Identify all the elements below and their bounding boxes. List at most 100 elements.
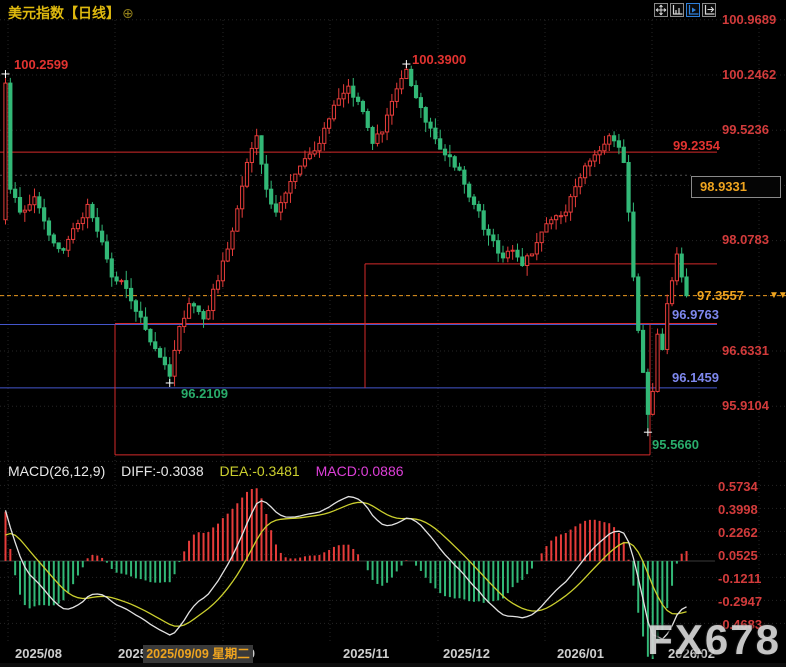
axis-scale-icon[interactable] [670, 3, 684, 17]
candle-body [62, 249, 65, 251]
move-cross-icon[interactable] [654, 3, 668, 17]
chart-price-label: 96.9763 [672, 307, 719, 322]
toolbar [654, 3, 716, 17]
macd-axis-label: -0.1211 [718, 571, 761, 586]
candle-body [212, 289, 215, 310]
axis-shift-icon[interactable] [702, 3, 716, 17]
candle-body [550, 220, 553, 224]
candle-body [468, 184, 471, 197]
candle-body [342, 93, 345, 99]
candle-body [101, 231, 104, 242]
candle-body [303, 159, 306, 166]
candle-body [516, 250, 519, 257]
candle-body [197, 306, 200, 312]
candle-body [390, 101, 393, 115]
current-price-tag-icon[interactable]: ▼▼ [769, 290, 786, 301]
candle-body [376, 134, 379, 143]
macd-value: MACD:0.0886 [316, 463, 404, 479]
chart-price-label: 96.1459 [672, 370, 719, 385]
macd-axis-label: 0.2262 [718, 525, 758, 540]
chart-canvas[interactable] [0, 0, 786, 667]
candle-body [231, 231, 234, 249]
symbol-name: 美元指数 [8, 5, 64, 21]
candle-body [67, 239, 70, 250]
current-price-label: 97.3557 [697, 288, 744, 303]
macd-name: MACD(26,12,9) [8, 463, 105, 479]
candle-body [593, 155, 596, 161]
candle-body [627, 162, 630, 212]
candle-body [38, 197, 41, 208]
macd-legend: MACD(26,12,9) DIFF:-0.3038 DEA:-0.3481 M… [8, 463, 416, 479]
candle-body [400, 79, 403, 89]
candle-body [584, 166, 587, 178]
candle-body [129, 288, 132, 300]
candle-body [245, 162, 248, 186]
candle-body [226, 249, 229, 261]
dea-value: DEA:-0.3481 [220, 463, 300, 479]
candle-body [501, 253, 504, 258]
candle-body [91, 204, 94, 217]
candle-body [526, 256, 529, 266]
candle-body [564, 212, 567, 216]
candle-body [405, 69, 408, 78]
candle-body [23, 210, 26, 212]
candle-body [656, 334, 659, 391]
axis-track-icon[interactable] [686, 3, 700, 17]
candle-body [265, 164, 268, 189]
candle-body [482, 211, 485, 229]
candle-body [434, 128, 437, 139]
candle-body [52, 235, 55, 243]
candle-body [511, 250, 514, 251]
candle-body [236, 209, 239, 231]
candle-body [173, 350, 176, 376]
candle-body [608, 136, 611, 144]
macd-axis-label: 0.5734 [718, 479, 758, 494]
candle-body [395, 89, 398, 102]
x-axis-label: 2025/08 [15, 646, 62, 661]
candle-body [366, 112, 369, 128]
period-tag: 【日线】 [64, 5, 120, 21]
candle-body [337, 99, 340, 105]
candle-body [371, 127, 374, 143]
candle-body [187, 304, 190, 319]
candle-body [115, 277, 118, 281]
candle-body [385, 115, 388, 132]
candle-body [81, 218, 84, 224]
candle-body [356, 97, 359, 101]
candle-body [598, 151, 601, 155]
candle-body [410, 69, 413, 85]
candle-body [361, 101, 364, 111]
candle-body [352, 86, 355, 97]
candle-body [313, 151, 316, 154]
candle-body [424, 108, 427, 123]
add-indicator-icon[interactable]: ⊕ [122, 5, 134, 21]
candle-body [294, 174, 297, 181]
candle-body [559, 216, 562, 217]
candle-body [506, 251, 509, 258]
candle-body [120, 281, 123, 282]
candle-body [57, 243, 60, 249]
candle-body [347, 86, 350, 93]
candle-body [154, 342, 157, 349]
chart-price-label: 96.2109 [181, 386, 228, 401]
x-axis-label: 2025/11 [343, 646, 389, 661]
candle-body [641, 330, 644, 372]
macd-axis-label: -0.2947 [718, 594, 762, 609]
chart-title: 美元指数【日线】⊕ [8, 3, 134, 23]
candle-body [555, 216, 558, 220]
candle-body [328, 119, 331, 128]
candle-body [4, 83, 7, 220]
candle-body [149, 329, 152, 341]
candle-body [622, 147, 625, 162]
x-axis-label: 2025/12 [443, 646, 490, 661]
candle-body [497, 241, 500, 253]
candle-body [429, 122, 432, 128]
candle-body [530, 254, 533, 256]
candle-body [134, 301, 137, 311]
candle-body [216, 281, 219, 289]
candle-body [323, 128, 326, 143]
candle-body [270, 189, 273, 204]
candle-body [477, 204, 480, 210]
chart-price-label: 95.5660 [652, 437, 699, 452]
candle-body [178, 327, 181, 351]
